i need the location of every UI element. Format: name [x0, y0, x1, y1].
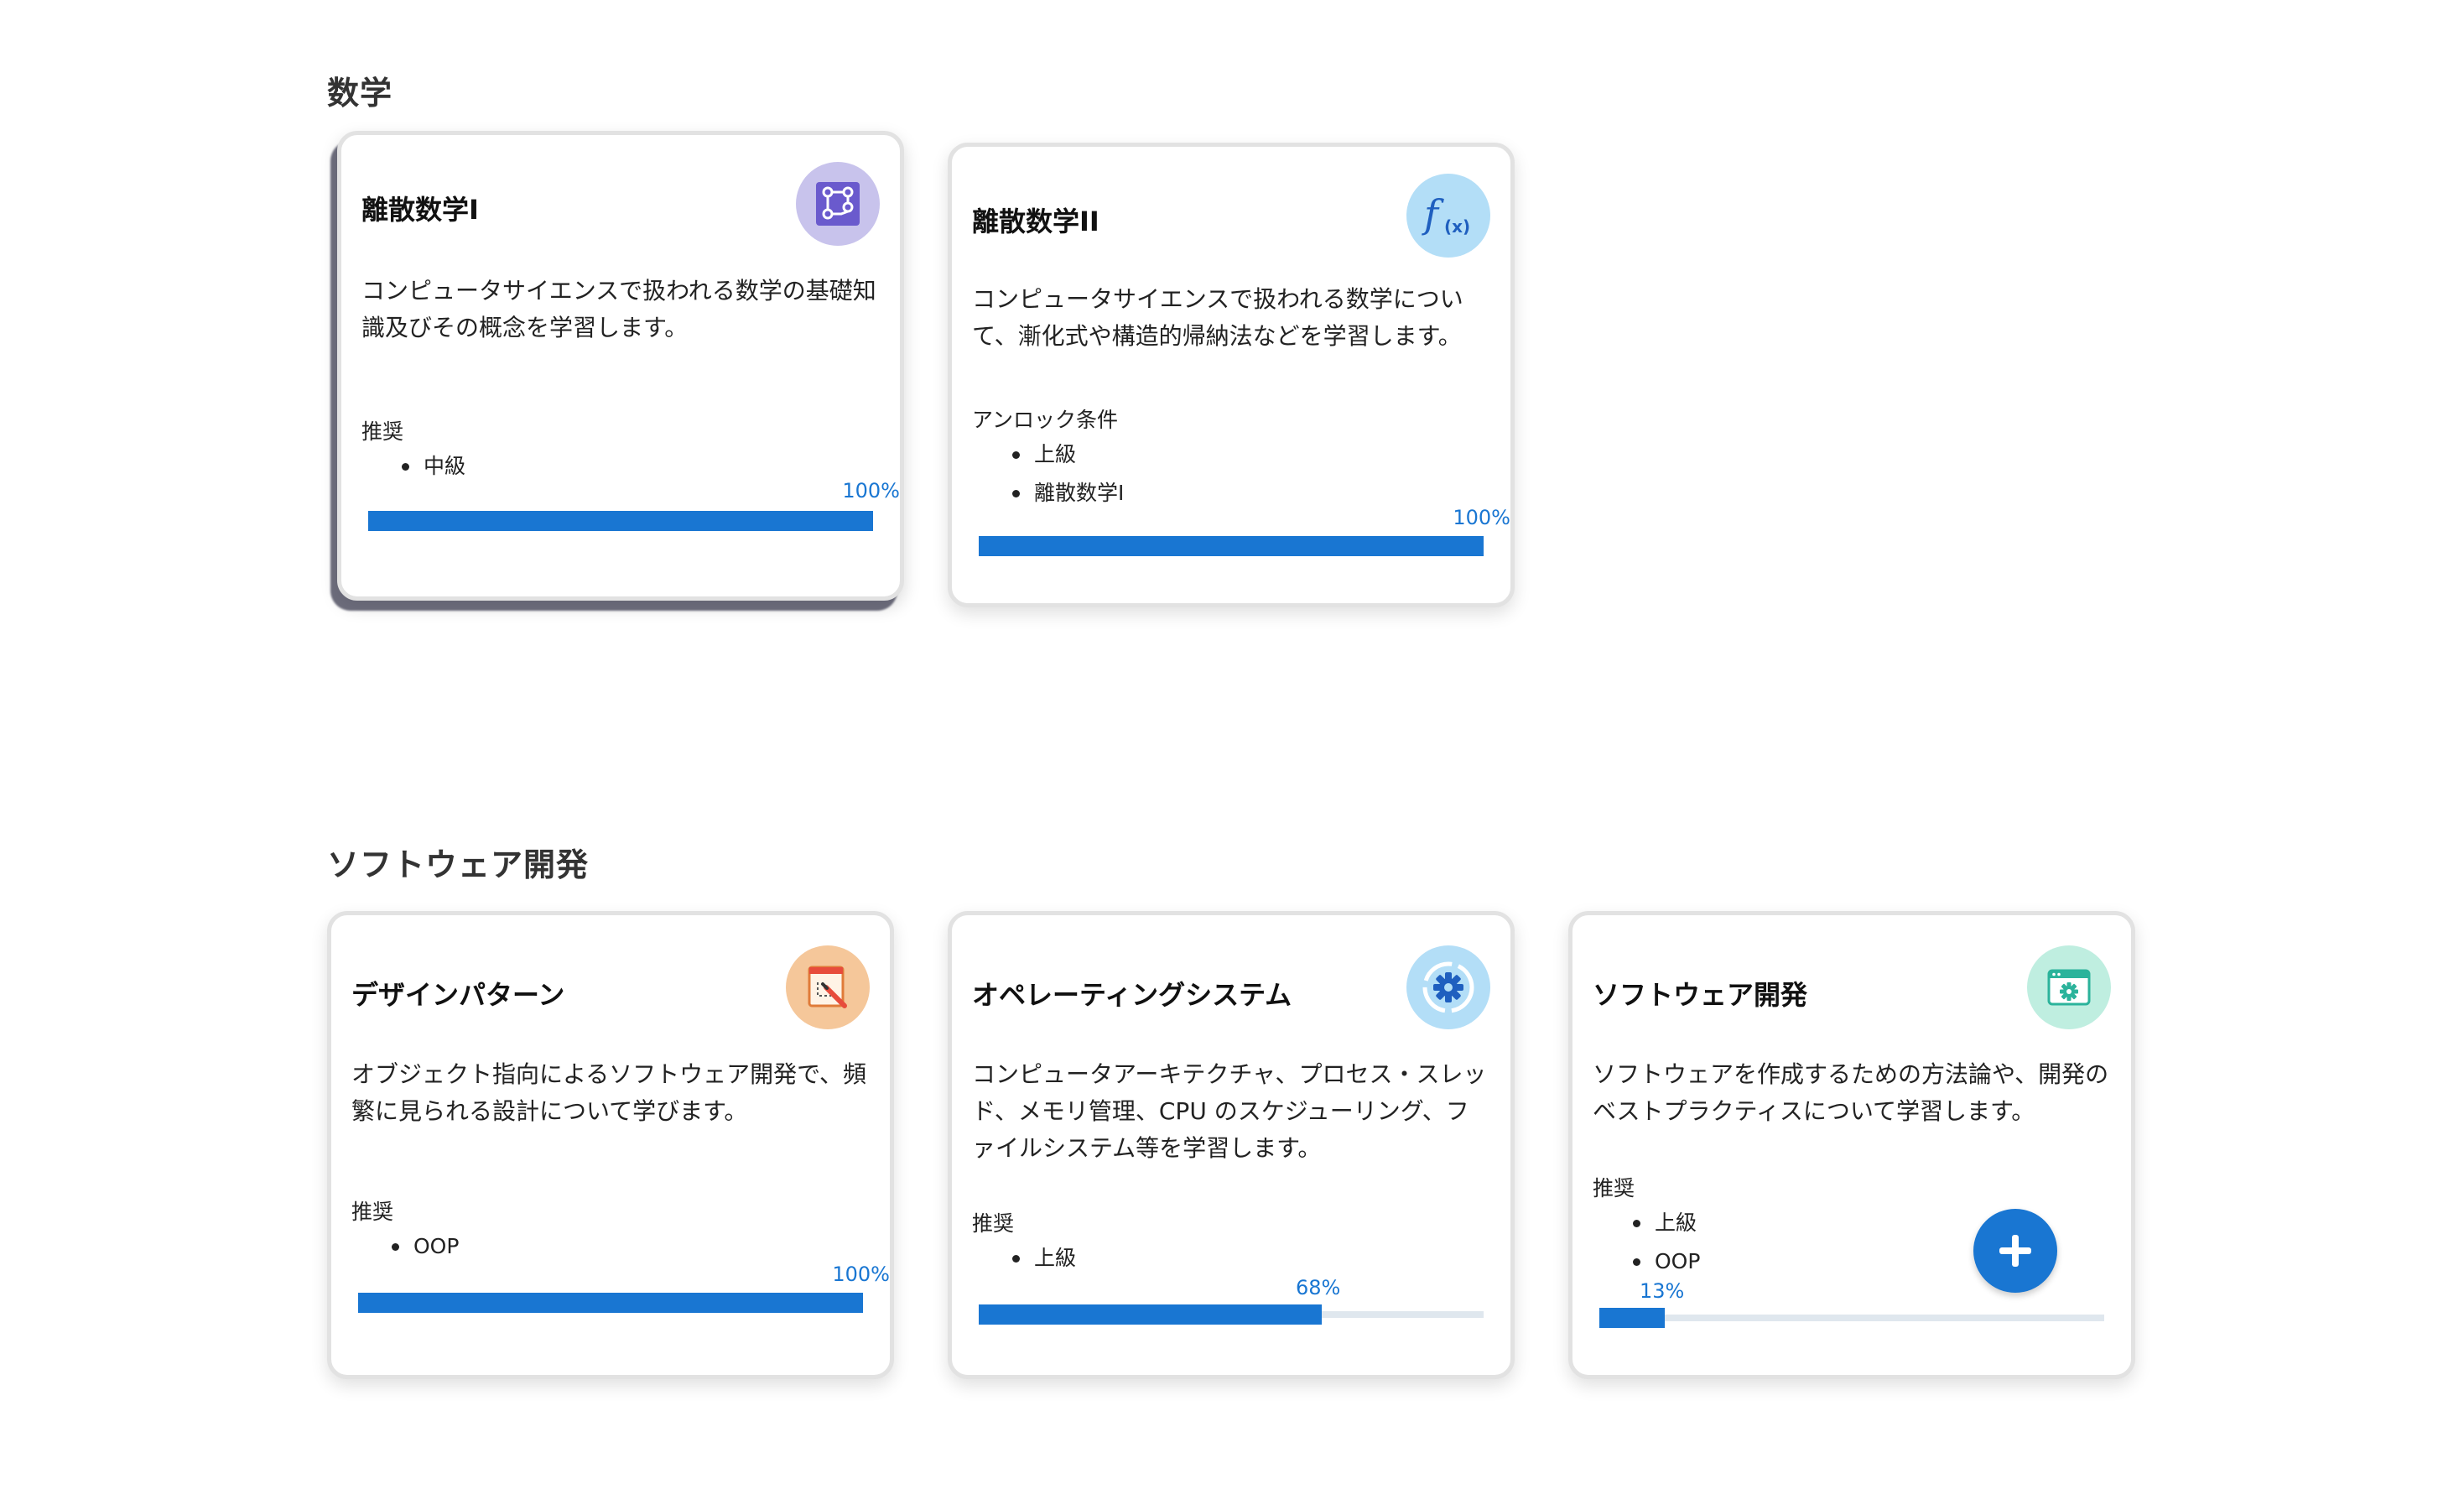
requirement-item: 上級	[1633, 1204, 1700, 1242]
add-button[interactable]	[1973, 1209, 2057, 1293]
progress-bar	[358, 1293, 863, 1313]
requirement-item: OOP	[1633, 1242, 1700, 1281]
course-card-discrete-math-2[interactable]: 離散数学II f (x) コンピュータサイエンスで扱われる数学について、漸化式や…	[948, 143, 1515, 607]
requirement-list: OOP	[392, 1227, 459, 1266]
svg-text:f: f	[1422, 191, 1444, 237]
progress-fill	[1599, 1308, 1666, 1328]
course-description: オブジェクト指向によるソフトウェア開発で、頻繁に見られる設計について学びます。	[351, 1060, 867, 1125]
requirement-label: 推奨	[351, 1200, 394, 1224]
progress-fill	[979, 536, 1484, 556]
progress-bar	[979, 1304, 1484, 1325]
requirement-item: OOP	[392, 1227, 459, 1266]
course-title: 離散数学I	[361, 194, 479, 226]
progress-text: 68%	[1296, 1276, 1341, 1299]
course-description: コンピュータアーキテクチャ、プロセス・スレッド、メモリ管理、CPU のスケジュー…	[972, 1060, 1487, 1162]
requirement-item: 中級	[402, 447, 465, 486]
requirement-list: 中級	[402, 447, 465, 486]
course-description: コンピュータサイエンスで扱われる数学の基礎知識及びその概念を学習します。	[361, 277, 876, 341]
progress-bar	[1599, 1308, 2104, 1328]
browser-gear-icon	[2027, 945, 2111, 1029]
progress-text: 100%	[1453, 506, 1510, 529]
requirement-label: 推奨	[1593, 1176, 1635, 1200]
gear-cycle-icon	[1406, 945, 1490, 1029]
requirement-list: 上級 離散数学I	[1012, 435, 1124, 513]
design-pencil-icon	[786, 945, 870, 1029]
requirement-label: 推奨	[361, 419, 404, 444]
progress-text: 100%	[842, 479, 900, 502]
requirement-label: アンロック条件	[972, 408, 1119, 432]
progress-text: 100%	[832, 1263, 890, 1286]
progress-fill	[979, 1304, 1323, 1325]
course-title: デザインパターン	[351, 979, 565, 1011]
course-card-operating-systems[interactable]: オペレーティングシステム コンピュータアーキテクチャ、プロセス・スレッド、メモリ…	[948, 911, 1515, 1379]
course-card-design-patterns[interactable]: デザインパターン オブジェクト指向によるソフトウェア開発で、頻繁に見られる設計に…	[327, 911, 894, 1379]
section-title-software: ソフトウェア開発	[327, 846, 590, 883]
progress-bar	[979, 536, 1484, 556]
requirement-item: 上級	[1012, 435, 1124, 474]
progress-fill	[368, 511, 873, 531]
course-description: ソフトウェアを作成するための方法論や、開発のベストプラクティスについて学習します…	[1593, 1060, 2109, 1125]
requirement-item: 上級	[1012, 1239, 1076, 1278]
requirement-list: 上級 OOP	[1633, 1204, 1700, 1281]
section-title-math: 数学	[327, 75, 393, 112]
progress-fill	[358, 1293, 863, 1313]
function-fx-icon: f (x)	[1406, 174, 1490, 258]
progress-text: 13%	[1640, 1279, 1685, 1303]
circuit-chip-icon	[796, 162, 880, 246]
course-title: ソフトウェア開発	[1593, 979, 1808, 1011]
requirement-label: 推奨	[972, 1211, 1015, 1236]
course-title: 離散数学II	[972, 206, 1099, 237]
requirement-list: 上級	[1012, 1239, 1076, 1278]
course-title: オペレーティングシステム	[972, 979, 1292, 1011]
progress-bar	[368, 511, 873, 531]
course-card-software-development[interactable]: ソフトウェア開発 ソフトウェアを作成するための方法論や、開発のベストプラクティス…	[1568, 911, 2135, 1379]
plus-icon	[1999, 1235, 2031, 1267]
course-card-discrete-math-1[interactable]: 離散数学I コンピュータサイエンスで扱われる数学の基礎知識及びその概念を学習しま…	[337, 131, 904, 601]
course-description: コンピュータサイエンスで扱われる数学について、漸化式や構造的帰納法などを学習しま…	[972, 285, 1463, 350]
requirement-item: 離散数学I	[1012, 474, 1124, 513]
svg-text:(x): (x)	[1444, 216, 1470, 237]
